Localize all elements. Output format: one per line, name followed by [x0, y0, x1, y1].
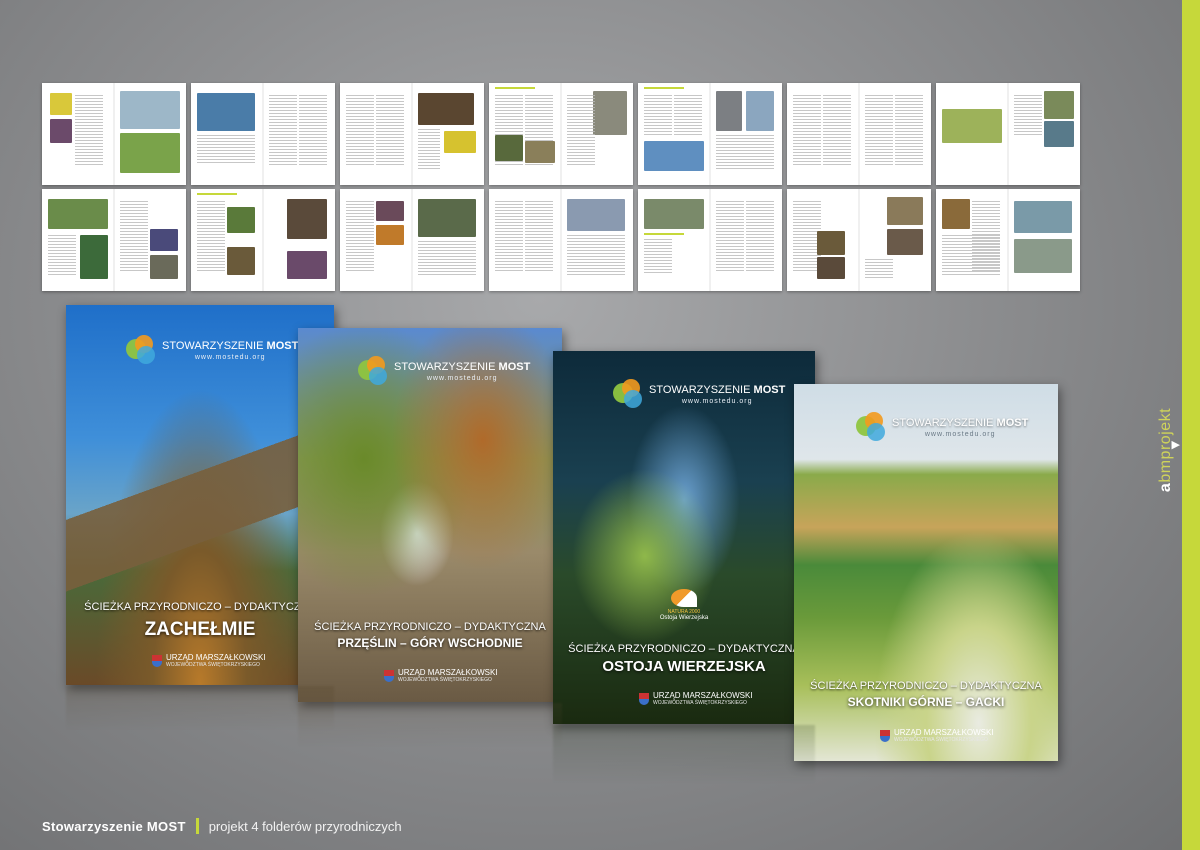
publisher-name: URZĄD MARSZAŁKOWSKI — [166, 653, 266, 662]
cover-title: PRZĘŚLIN – GÓRY WSCHODNIE — [337, 636, 523, 650]
cover-reflection — [553, 725, 815, 785]
most-logo-icon — [856, 412, 886, 442]
spread-thumbnail — [936, 189, 1080, 291]
spread-thumbnail — [191, 189, 335, 291]
footer: Stowarzyszenie MOST projekt 4 folderów p… — [42, 818, 402, 834]
publisher-region: WOJEWÓDZTWA ŚWIĘTOKRZYSKIEGO — [894, 737, 988, 743]
spread-thumbnail — [340, 189, 484, 291]
spread-thumbnail — [489, 83, 633, 185]
logo-letter-a: a — [1157, 482, 1174, 493]
cover-subtitle: ŚCIEŻKA PRZYRODNICZO – DYDAKTYCZNA — [568, 643, 800, 655]
accent-bar — [1182, 0, 1200, 850]
most-logo-icon — [613, 379, 643, 409]
spread-thumbnail — [191, 83, 335, 185]
coat-of-arms-icon — [152, 654, 162, 667]
org-url: www.mostedu.org — [426, 374, 498, 382]
bird-icon — [671, 589, 697, 607]
publisher-region: WOJEWÓDZTWA ŚWIĘTOKRZYSKIEGO — [653, 700, 747, 706]
org-url: www.mostedu.org — [681, 397, 753, 405]
cover-title: OSTOJA WIERZEJSKA — [602, 658, 766, 675]
cover-title: SKOTNIKI GÓRNE – GACKI — [847, 695, 1005, 709]
cover-title: ZACHEŁMIE — [144, 619, 256, 640]
publisher-region: WOJEWÓDZTWA ŚWIĘTOKRZYSKIEGO — [398, 677, 492, 683]
cover-subtitle: ŚCIEŻKA PRZYRODNICZO – DYDAKTYCZNA — [314, 621, 546, 633]
org-name: STOWARZYSZENIE MOST — [649, 383, 786, 396]
spread-thumbnail — [638, 83, 782, 185]
cover-przeslin[interactable]: STOWARZYSZENIE MOST www.mostedu.org ŚCIE… — [298, 328, 562, 702]
publisher-region: WOJEWÓDZTWA ŚWIĘTOKRZYSKIEGO — [166, 662, 260, 668]
coat-of-arms-icon — [880, 729, 890, 742]
cover-subtitle: ŚCIEŻKA PRZYRODNICZO – DYDAKTYCZNA — [84, 601, 316, 613]
brochure-spreads — [42, 83, 1082, 295]
org-url: www.mostedu.org — [194, 353, 266, 361]
cover-subtitle: ŚCIEŻKA PRZYRODNICZO – DYDAKTYCZNA — [810, 680, 1042, 692]
client-name: Stowarzyszenie MOST — [42, 818, 186, 834]
org-name: STOWARZYSZENIE MOST — [162, 339, 299, 352]
coat-of-arms-icon — [639, 692, 649, 705]
spread-thumbnail — [936, 83, 1080, 185]
spread-thumbnail — [340, 83, 484, 185]
org-name: STOWARZYSZENIE MOST — [892, 416, 1029, 429]
natura-2000-badge: NATURA 2000 Ostoja Wierzejska — [659, 589, 709, 621]
publisher-name: URZĄD MARSZAŁKOWSKI — [653, 691, 753, 700]
spread-thumbnail — [42, 83, 186, 185]
spread-thumbnail — [42, 189, 186, 291]
cover-skotniki-gorne-gacki[interactable]: STOWARZYSZENIE MOST www.mostedu.org ŚCIE… — [794, 384, 1058, 761]
publisher-name: URZĄD MARSZAŁKOWSKI — [894, 728, 994, 737]
badge-name: Ostoja Wierzejska — [659, 615, 709, 621]
publisher-name: URZĄD MARSZAŁKOWSKI — [398, 668, 498, 677]
coat-of-arms-icon — [384, 669, 394, 682]
cover-reflection — [298, 703, 562, 748]
most-logo-icon — [358, 356, 388, 386]
spread-row — [42, 83, 1082, 185]
cover-zachelmie[interactable]: STOWARZYSZENIE MOST www.mostedu.org ŚCIE… — [66, 305, 334, 685]
org-url: www.mostedu.org — [924, 430, 996, 438]
spread-thumbnail — [787, 189, 931, 291]
org-name: STOWARZYSZENIE MOST — [394, 360, 531, 373]
footer-divider — [195, 818, 199, 834]
spread-thumbnail — [787, 83, 931, 185]
spread-thumbnail — [489, 189, 633, 291]
cover-reflection — [66, 686, 334, 731]
most-logo-icon — [126, 335, 156, 365]
spread-thumbnail — [638, 189, 782, 291]
cover-ostoja-wierzejska[interactable]: STOWARZYSZENIE MOST www.mostedu.org NATU… — [553, 351, 815, 724]
spread-row — [42, 189, 1082, 291]
project-description: projekt 4 folderów przyrodniczych — [208, 818, 402, 834]
triangle-right-icon[interactable]: ▶ — [1172, 438, 1180, 451]
